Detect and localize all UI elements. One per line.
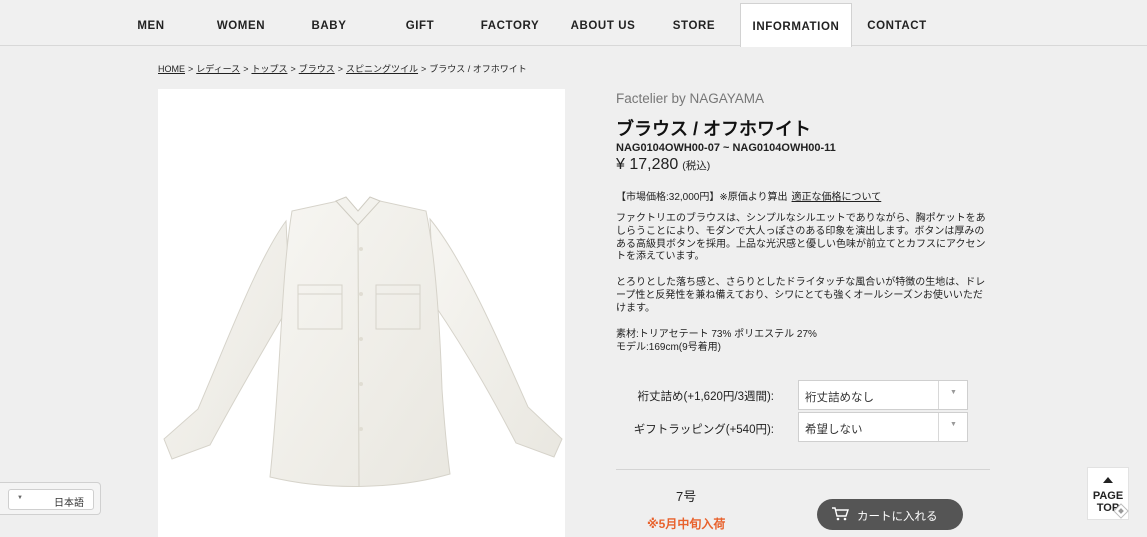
nav-men[interactable]: MEN: [126, 0, 176, 46]
breadcrumb-ladies[interactable]: レディース: [196, 64, 240, 74]
breadcrumb-separator: >: [421, 64, 427, 74]
language-selector: ▼ 日本語: [0, 482, 101, 515]
product-price: ¥ 17,280: [616, 156, 679, 173]
market-price: 【市場価格:32,000円】※原価より算出: [616, 192, 788, 203]
breadcrumb-separator: >: [290, 64, 296, 74]
nav-factory[interactable]: FACTORY: [476, 0, 544, 46]
widget-diamond-icon[interactable]: [1112, 502, 1130, 520]
gift-option-select[interactable]: 希望しない ▼: [798, 412, 968, 442]
size-label: 7号: [676, 489, 697, 504]
breadcrumb-separator: >: [243, 64, 249, 74]
breadcrumb: HOME > レディース > トップス > ブラウス > スピニングツイル > ブラウス / オフホ…: [158, 62, 527, 75]
nav-about-us[interactable]: ABOUT US: [566, 0, 640, 46]
model-text: モデル:169cm(9号着用): [616, 342, 722, 353]
chevron-down-icon: ▼: [950, 389, 957, 396]
material-text: 素材:トリアセテート 73% ポリエステル 27%: [616, 329, 817, 340]
hem-option-select[interactable]: 裄丈詰めなし ▼: [798, 380, 968, 410]
fair-price-link[interactable]: 適正な価格について: [792, 192, 882, 203]
nav-contact[interactable]: CONTACT: [862, 0, 932, 46]
breadcrumb-home[interactable]: HOME: [158, 64, 185, 74]
page-top-label-1: PAGE: [1092, 490, 1124, 502]
gift-option-label: ギフトラッピング(+540円):: [633, 424, 774, 436]
product-title: ブラウス / オフホワイト: [616, 119, 812, 139]
tax-note: (税込): [682, 160, 711, 172]
breadcrumb-tops[interactable]: トップス: [251, 64, 287, 74]
hem-option-label: 裄丈詰め(+1,620円/3週間):: [637, 391, 774, 403]
nav-gift[interactable]: GIFT: [395, 0, 445, 46]
product-sku: NAG0104OWH00-07 ~ NAG0104OWH00-11: [616, 142, 836, 154]
main-nav: MEN WOMEN BABY GIFT FACTORY ABOUT US STO…: [0, 0, 1147, 47]
nav-store[interactable]: STORE: [666, 0, 722, 46]
nav-women[interactable]: WOMEN: [210, 0, 272, 46]
breadcrumb-separator: >: [337, 64, 344, 74]
brand-name: Factelier by NAGAYAMA: [616, 91, 765, 106]
arrow-up-icon: [1103, 477, 1113, 483]
gift-option-value: 希望しない: [805, 424, 863, 436]
breadcrumb-current: ブラウス / オフホワイト: [429, 64, 527, 74]
breadcrumb-blouse[interactable]: ブラウス: [299, 64, 335, 74]
breadcrumb-spinning-twill[interactable]: スピニングツイル: [346, 64, 418, 74]
blouse-illustration: [163, 196, 563, 488]
language-select[interactable]: ▼ 日本語: [8, 489, 94, 510]
divider: [616, 469, 990, 470]
chevron-down-icon: ▼: [950, 421, 957, 428]
add-to-cart-button[interactable]: カートに入れる: [817, 499, 963, 530]
caret-down-icon: ▼: [17, 495, 23, 501]
product-description-1: ファクトリエのブラウスは、シンプルなシルエットでありながら、胸ポケットをあしらう…: [616, 213, 986, 263]
product-image[interactable]: [158, 89, 565, 537]
cart-icon: [832, 507, 849, 521]
material-info: 素材:トリアセテート 73% ポリエステル 27% モデル:169cm(9号着用…: [616, 328, 817, 354]
product-price-row: ¥ 17,280 (税込): [616, 156, 710, 174]
market-price-row: 【市場価格:32,000円】※原価より算出 適正な価格について: [616, 188, 881, 203]
nav-information[interactable]: INFORMATION: [740, 3, 852, 47]
add-to-cart-label: カートに入れる: [857, 511, 938, 523]
restock-note: ※5月中旬入荷: [647, 517, 726, 531]
nav-baby[interactable]: BABY: [303, 0, 355, 46]
hem-option-value: 裄丈詰めなし: [805, 392, 874, 404]
breadcrumb-separator: >: [188, 64, 194, 74]
language-value: 日本語: [54, 498, 84, 509]
product-description-2: とろりとした落ち感と、さらりとしたドライタッチな風合いが特徴の生地は、ドレープ性…: [616, 277, 986, 314]
